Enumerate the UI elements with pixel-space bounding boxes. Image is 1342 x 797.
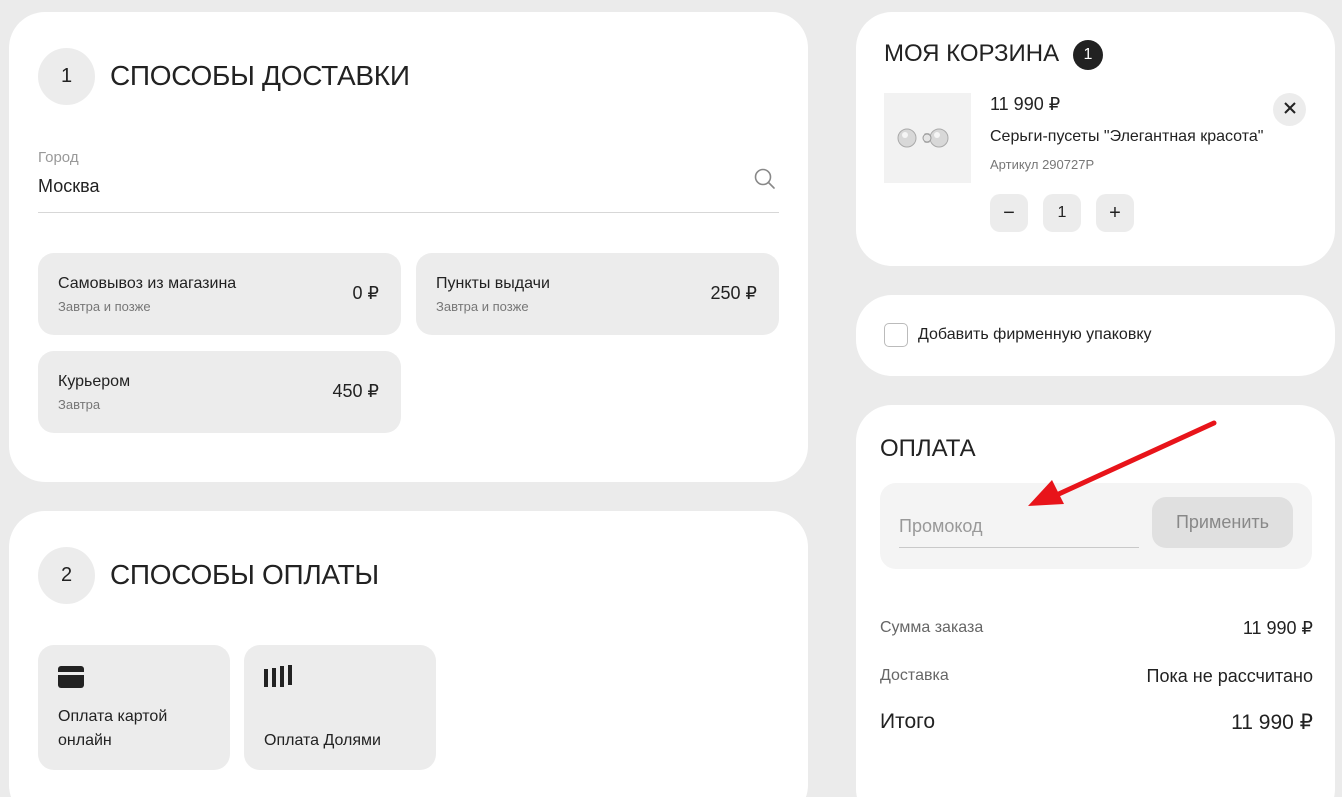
cart-count-badge: 1 — [1073, 40, 1103, 70]
order-sum-value: 11 990 ₽ — [1242, 618, 1313, 638]
promo-code-input[interactable] — [899, 505, 1139, 548]
delivery-option-pickup[interactable]: Самовывоз из магазина Завтра и позже 0 ₽ — [38, 253, 401, 335]
city-underline — [38, 212, 779, 213]
delivery-option-pickup-points[interactable]: Пункты выдачи Завтра и позже 250 ₽ — [416, 253, 779, 335]
payment-summary-card: ОПЛАТА Применить Сумма заказа 11 990 ₽ Д… — [856, 405, 1335, 797]
quantity-decrease-button[interactable]: − — [990, 194, 1028, 232]
option-title: Пункты выдачи — [436, 275, 550, 292]
delivery-title: СПОСОБЫ ДОСТАВКИ — [110, 60, 410, 91]
promo-box: Применить — [880, 483, 1312, 569]
payment-option-label: Оплата картой онлайн — [58, 708, 168, 749]
option-title: Курьером — [58, 373, 131, 390]
step-number-payment: 2 — [38, 547, 95, 604]
product-image[interactable] — [884, 93, 971, 183]
remove-item-button[interactable] — [1273, 93, 1306, 126]
payment-title: ОПЛАТА — [880, 435, 976, 462]
option-price: 450 ₽ — [332, 381, 380, 401]
option-subtitle: Завтра и позже — [58, 299, 151, 314]
payment-option-dolyami[interactable]: Оплата Долями — [244, 645, 436, 770]
quantity-value: 1 — [1043, 194, 1081, 232]
payment-option-card[interactable]: Оплата картой онлайн — [38, 645, 230, 770]
option-price: 0 ₽ — [352, 283, 379, 303]
cart-title: МОЯ КОРЗИНА — [884, 40, 1060, 67]
payment-option-label: Оплата Долями — [264, 732, 381, 749]
search-icon[interactable] — [753, 167, 777, 191]
total-value: 11 990 ₽ — [1231, 711, 1313, 734]
city-input[interactable]: Москва — [38, 176, 99, 197]
payment-methods-card: 2 СПОСОБЫ ОПЛАТЫ Оплата картой онлайн Оп… — [9, 511, 808, 797]
gift-wrap-card: Добавить фирменную упаковку — [856, 295, 1335, 376]
gift-wrap-checkbox[interactable] — [884, 323, 908, 347]
credit-card-icon — [58, 666, 84, 693]
apply-promo-button[interactable]: Применить — [1152, 497, 1293, 548]
delivery-cost-value: Пока не рассчитано — [1146, 666, 1313, 686]
cart-card: МОЯ КОРЗИНА 1 11 990 ₽ Серьги-пусеты "Эл… — [856, 12, 1335, 266]
delivery-card: 1 СПОСОБЫ ДОСТАВКИ Город Москва Самовыво… — [9, 12, 808, 482]
option-subtitle: Завтра и позже — [436, 299, 529, 314]
gift-wrap-label[interactable]: Добавить фирменную упаковку — [918, 326, 1152, 344]
product-name[interactable]: Серьги-пусеты "Элегантная красота" — [990, 128, 1263, 146]
option-subtitle: Завтра — [58, 397, 101, 412]
city-label: Город — [38, 149, 79, 166]
quantity-increase-button[interactable]: + — [1096, 194, 1134, 232]
product-sku: Артикул 290727Р — [990, 157, 1095, 172]
total-label: Итого — [880, 710, 936, 733]
delivery-cost-label: Доставка — [880, 667, 949, 684]
option-title: Самовывоз из магазина — [58, 275, 237, 292]
option-price: 250 ₽ — [710, 283, 758, 303]
payment-methods-title: СПОСОБЫ ОПЛАТЫ — [110, 559, 379, 590]
delivery-option-courier[interactable]: Курьером Завтра 450 ₽ — [38, 351, 401, 433]
step-number-delivery: 1 — [38, 48, 95, 105]
order-sum-label: Сумма заказа — [880, 619, 984, 636]
close-icon — [1283, 101, 1296, 119]
dolyami-icon — [264, 665, 294, 692]
product-price: 11 990 ₽ — [990, 94, 1061, 114]
